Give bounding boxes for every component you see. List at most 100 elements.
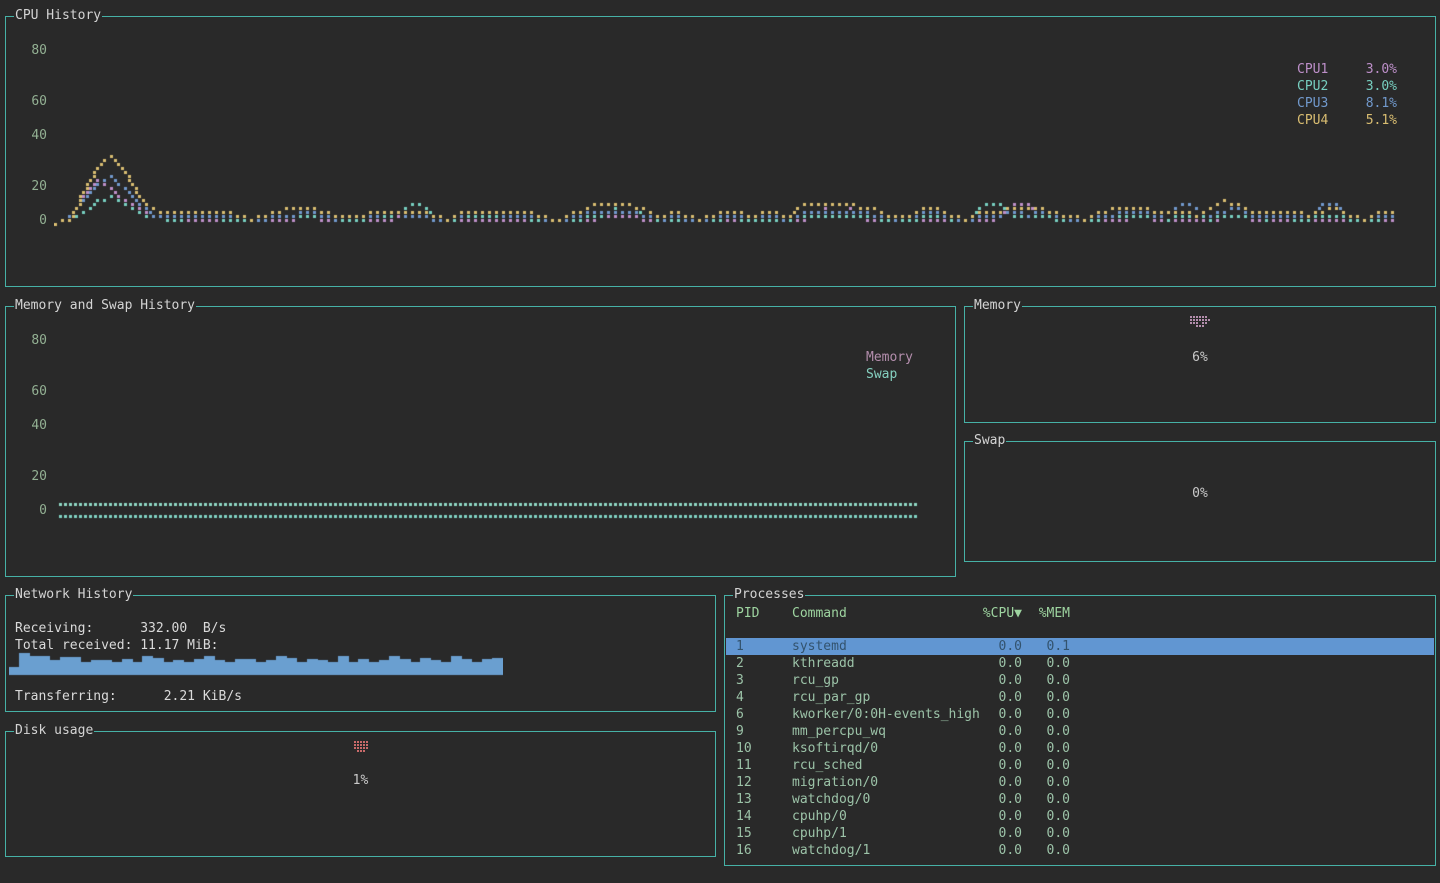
- process-row[interactable]: 10ksoftirqd/00.00.0: [726, 740, 1434, 757]
- process-cpu: 0.0: [978, 808, 1022, 825]
- column-header-mem[interactable]: %MEM: [1022, 605, 1070, 622]
- process-mem: 0.0: [1022, 825, 1070, 842]
- process-row[interactable]: 9mm_percpu_wq0.00.0: [726, 723, 1434, 740]
- cpu-legend-row-cpu4: CPU45.1%: [1297, 112, 1397, 129]
- process-mem: 0.0: [1022, 672, 1070, 689]
- process-row[interactable]: 6kworker/0:0H-events_high0.00.0: [726, 706, 1434, 723]
- process-row[interactable]: 12migration/00.00.0: [726, 774, 1434, 791]
- process-cpu: 0.0: [978, 638, 1022, 655]
- cpu-legend-row-cpu2: CPU23.0%: [1297, 78, 1397, 95]
- column-header-pid[interactable]: PID: [736, 605, 792, 622]
- process-list: 1systemd0.00.12kthreadd0.00.03rcu_gp0.00…: [726, 638, 1434, 859]
- process-cpu: 0.0: [978, 842, 1022, 859]
- memory-swap-history-title: Memory and Swap History: [14, 298, 196, 313]
- network-history-panel: Network History Receiving: 332.00 B/s To…: [5, 595, 716, 712]
- process-mem: 0.0: [1022, 842, 1070, 859]
- cpu-axis-tick-0: 0: [25, 214, 47, 228]
- process-mem: 0.0: [1022, 740, 1070, 757]
- process-pid: 12: [736, 774, 792, 791]
- cpu-history-panel: CPU History 806040200 CPU13.0%CPU23.0%CP…: [5, 16, 1436, 287]
- process-row[interactable]: 15cpuhp/10.00.0: [726, 825, 1434, 842]
- cpu-legend-name: CPU3: [1297, 95, 1349, 112]
- disk-usage-panel: Disk usage 1%: [5, 731, 716, 857]
- memory-percent: 6%: [965, 351, 1435, 365]
- cpu-legend: CPU13.0%CPU23.0%CPU38.1%CPU45.1%: [1297, 61, 1397, 129]
- cpu-axis-tick-40: 40: [25, 129, 47, 143]
- memhist-legend-memory: Memory: [866, 349, 913, 366]
- network-receiving-text: Receiving: 332.00 B/s: [15, 622, 226, 636]
- process-row[interactable]: 1systemd0.00.1: [726, 638, 1434, 655]
- process-command: ksoftirqd/0: [792, 740, 978, 757]
- process-cpu: 0.0: [978, 723, 1022, 740]
- disk-gauge-dots: [354, 741, 368, 752]
- cpu-legend-value: 5.1%: [1349, 112, 1397, 129]
- process-command: mm_percpu_wq: [792, 723, 978, 740]
- process-command: cpuhp/1: [792, 825, 978, 842]
- column-header-command[interactable]: Command: [792, 605, 978, 622]
- cpu-legend-value: 8.1%: [1349, 95, 1397, 112]
- process-pid: 2: [736, 655, 792, 672]
- mem-axis-tick-60: 60: [25, 385, 47, 399]
- processes-header-row: PID Command %CPU▼ %MEM: [726, 605, 1434, 622]
- process-mem: 0.0: [1022, 723, 1070, 740]
- process-cpu: 0.0: [978, 740, 1022, 757]
- process-mem: 0.0: [1022, 808, 1070, 825]
- process-mem: 0.0: [1022, 706, 1070, 723]
- memory-gauge-dots: [1190, 316, 1210, 327]
- process-cpu: 0.0: [978, 672, 1022, 689]
- process-row[interactable]: 14cpuhp/00.00.0: [726, 808, 1434, 825]
- process-mem: 0.0: [1022, 689, 1070, 706]
- process-pid: 6: [736, 706, 792, 723]
- processes-title: Processes: [733, 587, 805, 602]
- process-command: watchdog/1: [792, 842, 978, 859]
- cpu-legend-row-cpu3: CPU38.1%: [1297, 95, 1397, 112]
- process-command: kworker/0:0H-events_high: [792, 706, 978, 723]
- cpu-legend-value: 3.0%: [1349, 78, 1397, 95]
- mem-axis-tick-80: 80: [25, 334, 47, 348]
- process-row[interactable]: 13watchdog/00.00.0: [726, 791, 1434, 808]
- process-command: migration/0: [792, 774, 978, 791]
- memory-title: Memory: [973, 298, 1022, 313]
- process-pid: 15: [736, 825, 792, 842]
- swap-title: Swap: [973, 433, 1006, 448]
- process-pid: 11: [736, 757, 792, 774]
- process-pid: 10: [736, 740, 792, 757]
- cpu-history-title: CPU History: [14, 8, 102, 23]
- memory-gauge-icon: [965, 316, 1435, 327]
- swap-panel: Swap 0%: [964, 441, 1436, 562]
- network-receive-sparkline: [9, 651, 503, 677]
- process-row[interactable]: 4rcu_par_gp0.00.0: [726, 689, 1434, 706]
- disk-usage-title: Disk usage: [14, 723, 94, 738]
- cpu-legend-name: CPU2: [1297, 78, 1349, 95]
- process-pid: 3: [736, 672, 792, 689]
- process-command: kthreadd: [792, 655, 978, 672]
- process-cpu: 0.0: [978, 791, 1022, 808]
- cpu-legend-row-cpu1: CPU13.0%: [1297, 61, 1397, 78]
- process-pid: 9: [736, 723, 792, 740]
- mem-axis-tick-40: 40: [25, 419, 47, 433]
- process-cpu: 0.0: [978, 706, 1022, 723]
- process-row[interactable]: 3rcu_gp0.00.0: [726, 672, 1434, 689]
- disk-percent: 1%: [6, 774, 715, 788]
- process-pid: 16: [736, 842, 792, 859]
- swap-percent: 0%: [965, 487, 1435, 501]
- column-header-cpu[interactable]: %CPU▼: [978, 605, 1022, 622]
- process-command: watchdog/0: [792, 791, 978, 808]
- process-mem: 0.0: [1022, 791, 1070, 808]
- cpu-axis-tick-80: 80: [25, 44, 47, 58]
- mem-axis-tick-20: 20: [25, 470, 47, 484]
- process-pid: 4: [736, 689, 792, 706]
- process-mem: 0.0: [1022, 757, 1070, 774]
- cpu-legend-name: CPU4: [1297, 112, 1349, 129]
- memhist-legend-swap: Swap: [866, 366, 913, 383]
- process-command: cpuhp/0: [792, 808, 978, 825]
- process-row[interactable]: 11rcu_sched0.00.0: [726, 757, 1434, 774]
- process-mem: 0.1: [1022, 638, 1070, 655]
- process-command: systemd: [792, 638, 978, 655]
- process-cpu: 0.0: [978, 655, 1022, 672]
- process-cpu: 0.0: [978, 774, 1022, 791]
- process-row[interactable]: 2kthreadd0.00.0: [726, 655, 1434, 672]
- process-row[interactable]: 16watchdog/10.00.0: [726, 842, 1434, 859]
- cpu-history-chart: [54, 35, 1399, 245]
- cpu-legend-name: CPU1: [1297, 61, 1349, 78]
